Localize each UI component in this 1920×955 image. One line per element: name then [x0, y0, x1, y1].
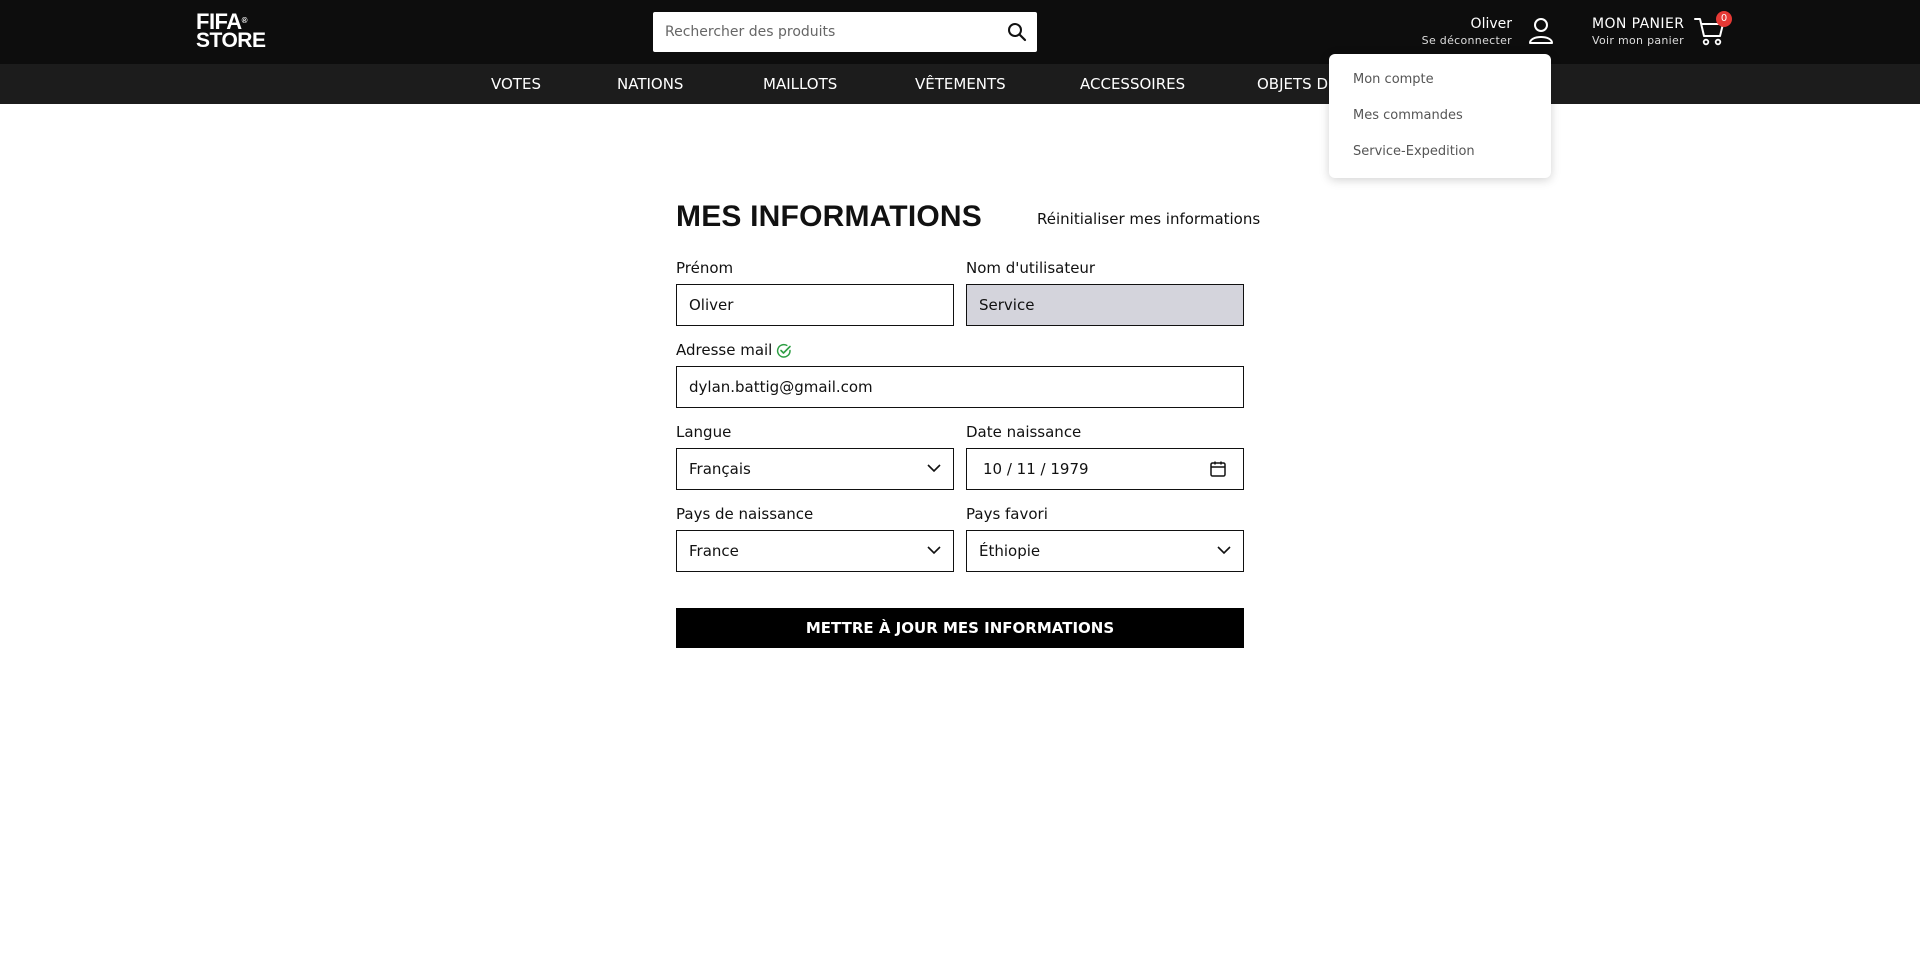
- menu-item-mon-compte[interactable]: Mon compte: [1353, 72, 1434, 87]
- search-bar: [653, 12, 1037, 52]
- username-input: [967, 285, 1243, 325]
- calendar-icon[interactable]: [1209, 460, 1227, 478]
- fifa-store-logo[interactable]: FIFA® STORE: [196, 11, 266, 52]
- nav-item-objets[interactable]: OBJETS DE: [1257, 64, 1337, 104]
- first-name-input[interactable]: [677, 285, 953, 325]
- birth-country-select[interactable]: France: [676, 530, 954, 572]
- email-label: Adresse mail: [676, 341, 773, 359]
- chevron-down-icon: [927, 464, 941, 473]
- favorite-country-label: Pays favori: [966, 505, 1048, 523]
- language-select[interactable]: Français: [676, 448, 954, 490]
- chevron-down-icon: [927, 546, 941, 555]
- birthdate-label: Date naissance: [966, 423, 1082, 441]
- cart-block[interactable]: MON PANIER Voir mon panier: [1592, 15, 1684, 49]
- nav-item-maillots[interactable]: MAILLOTS: [763, 64, 837, 104]
- nav-item-nations[interactable]: NATIONS: [617, 64, 683, 104]
- first-name-field: [676, 284, 954, 326]
- page-title: MES INFORMATIONS: [676, 200, 982, 233]
- birth-country-value: France: [689, 542, 739, 560]
- nav-item-vetements[interactable]: VÊTEMENTS: [915, 64, 1006, 104]
- email-field: [676, 366, 1244, 408]
- favorite-country-select[interactable]: Éthiopie: [966, 530, 1244, 572]
- cart-title[interactable]: MON PANIER: [1592, 15, 1684, 33]
- main-navigation: VOTES NATIONS MAILLOTS VÊTEMENTS ACCESSO…: [0, 64, 1920, 104]
- user-name[interactable]: Oliver: [1422, 15, 1512, 33]
- menu-item-mes-commandes[interactable]: Mes commandes: [1353, 108, 1463, 123]
- birthdate-value: 10 / 11 / 1979: [983, 460, 1089, 478]
- chevron-down-icon: [1217, 546, 1231, 555]
- user-account-block[interactable]: Oliver Se déconnecter: [1422, 15, 1512, 49]
- email-input[interactable]: [677, 367, 1243, 407]
- cart-subtitle[interactable]: Voir mon panier: [1592, 33, 1684, 49]
- user-icon[interactable]: [1528, 17, 1554, 45]
- update-info-button[interactable]: METTRE À JOUR MES INFORMATIONS: [676, 608, 1244, 648]
- favorite-country-value: Éthiopie: [979, 542, 1041, 560]
- logout-link[interactable]: Se déconnecter: [1422, 33, 1512, 49]
- birthdate-field[interactable]: 10 / 11 / 1979: [966, 448, 1244, 490]
- reset-info-link[interactable]: Réinitialiser mes informations: [1037, 210, 1260, 228]
- cart-count-badge: 0: [1716, 11, 1732, 27]
- first-name-label: Prénom: [676, 259, 734, 277]
- search-input[interactable]: [653, 12, 993, 52]
- birth-country-label: Pays de naissance: [676, 505, 814, 523]
- search-icon[interactable]: [1007, 22, 1027, 42]
- account-dropdown-menu: Mon compte Mes commandes Service-Expedit…: [1329, 54, 1551, 178]
- nav-item-accessoires[interactable]: ACCESSOIRES: [1080, 64, 1185, 104]
- language-label: Langue: [676, 423, 732, 441]
- top-header: FIFA® STORE Oliver Se déconnecter MON PA…: [0, 0, 1920, 64]
- username-label: Nom d'utilisateur: [966, 259, 1096, 277]
- menu-item-service-expedition[interactable]: Service-Expedition: [1353, 144, 1475, 159]
- nav-item-votes[interactable]: VOTES: [491, 64, 541, 104]
- username-field: [966, 284, 1244, 326]
- language-value: Français: [689, 460, 751, 478]
- check-circle-icon: [776, 343, 791, 358]
